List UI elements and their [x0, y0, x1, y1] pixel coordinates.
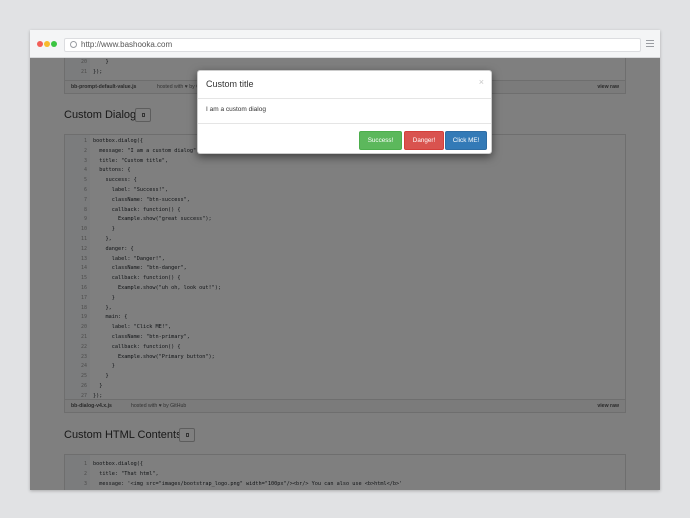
- close-window-icon[interactable]: [37, 41, 43, 47]
- browser-window: http://www.bashooka.com 20 }21}); bb-pro…: [30, 30, 660, 490]
- success-button[interactable]: Success!: [359, 131, 402, 150]
- modal-title: Custom title: [206, 79, 254, 89]
- maximize-window-icon[interactable]: [51, 41, 57, 47]
- click-me-button[interactable]: Click ME!: [445, 131, 487, 150]
- danger-button[interactable]: Danger!: [404, 131, 444, 150]
- page-info-icon: [70, 41, 77, 48]
- browser-toolbar: http://www.bashooka.com: [30, 30, 660, 58]
- hamburger-menu-icon[interactable]: [646, 40, 654, 49]
- address-url: http://www.bashooka.com: [81, 40, 173, 49]
- address-bar[interactable]: http://www.bashooka.com: [64, 38, 641, 52]
- modal-header: Custom title ×: [198, 71, 491, 99]
- custom-dialog: Custom title × I am a custom dialog Succ…: [197, 70, 492, 154]
- modal-body: I am a custom dialog: [206, 106, 266, 113]
- close-icon[interactable]: ×: [479, 77, 484, 87]
- minimize-window-icon[interactable]: [44, 41, 50, 47]
- modal-footer: Success! Danger! Click ME!: [198, 123, 491, 155]
